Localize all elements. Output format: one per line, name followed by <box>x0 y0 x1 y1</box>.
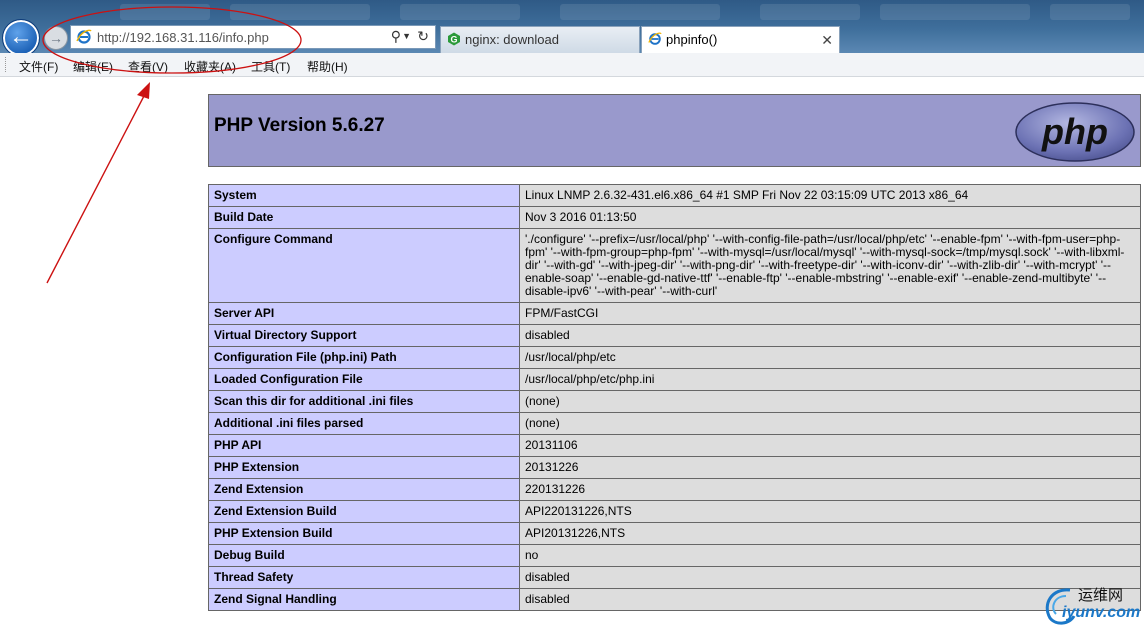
row-value: API20131226,NTS <box>519 522 1141 545</box>
table-row: PHP API 20131106 <box>208 434 1141 457</box>
blurred-tab-ghost <box>560 4 720 20</box>
table-row: PHP Extension Build API20131226,NTS <box>208 522 1141 545</box>
refresh-icon[interactable]: ↻ <box>417 28 429 45</box>
blurred-tab-ghost <box>230 4 370 20</box>
arrow-right-icon: → <box>49 30 63 46</box>
page-title: PHP Version 5.6.27 <box>214 115 385 136</box>
row-value: (none) <box>519 390 1141 413</box>
row-key: Virtual Directory Support <box>208 324 520 347</box>
tab-nginx-download[interactable]: G nginx: download <box>440 26 640 53</box>
row-value: './configure' '--prefix=/usr/local/php' … <box>519 228 1141 303</box>
forward-button[interactable]: → <box>44 26 68 50</box>
row-key: System <box>208 184 520 207</box>
row-key: Configure Command <box>208 228 520 303</box>
annotation-arrowhead <box>137 82 150 99</box>
row-value: (none) <box>519 412 1141 435</box>
row-key: Zend Signal Handling <box>208 588 520 611</box>
row-key: PHP Extension Build <box>208 522 520 545</box>
table-row: PHP Extension 20131226 <box>208 456 1141 479</box>
php-logo-text: php <box>1041 111 1108 152</box>
row-key: Loaded Configuration File <box>208 368 520 391</box>
row-key: Thread Safety <box>208 566 520 589</box>
row-key: Server API <box>208 302 520 325</box>
blurred-tab-ghost <box>880 4 1030 20</box>
table-row: Server API FPM/FastCGI <box>208 302 1141 325</box>
row-key: Debug Build <box>208 544 520 567</box>
row-value: /usr/local/php/etc/php.ini <box>519 368 1141 391</box>
annotation-arrow-line <box>46 93 146 284</box>
table-row: Zend Signal Handling disabled <box>208 588 1141 611</box>
search-icon[interactable]: ⚲ <box>391 28 401 45</box>
row-key: PHP API <box>208 434 520 457</box>
watermark-cn: 运维网 <box>1078 586 1124 604</box>
row-key: Zend Extension <box>208 478 520 501</box>
table-row: Configure Command './configure' '--prefix… <box>208 228 1141 303</box>
php-version-header: PHP Version 5.6.27 php <box>208 94 1141 167</box>
arrow-left-icon: ← <box>9 23 33 50</box>
row-value: disabled <box>519 324 1141 347</box>
toolbar-grip[interactable] <box>5 57 8 72</box>
row-key: Zend Extension Build <box>208 500 520 523</box>
table-row: Thread Safety disabled <box>208 566 1141 589</box>
menu-favorites[interactable]: 收藏夹(A) <box>184 58 236 75</box>
php-logo[interactable]: php <box>1014 101 1136 163</box>
address-bar[interactable]: http://192.168.31.116/info.php ⚲ ▼ ↻ <box>70 25 436 49</box>
table-row: Virtual Directory Support disabled <box>208 324 1141 347</box>
blurred-tab-ghost <box>1050 4 1130 20</box>
ie-logo-icon <box>76 29 92 44</box>
row-key: Additional .ini files parsed <box>208 412 520 435</box>
menu-bar: 文件(F) 编辑(E) 查看(V) 收藏夹(A) 工具(T) 帮助(H) <box>0 53 1144 77</box>
row-key: Scan this dir for additional .ini files <box>208 390 520 413</box>
row-value: /usr/local/php/etc <box>519 346 1141 369</box>
row-value: Linux LNMP 2.6.32-431.el6.x86_64 #1 SMP … <box>519 184 1141 207</box>
table-row: Scan this dir for additional .ini files(… <box>208 390 1141 413</box>
row-key: Configuration File (php.ini) Path <box>208 346 520 369</box>
site-watermark: 运维网 iyunv.com <box>1040 582 1144 628</box>
row-value: 220131226 <box>519 478 1141 501</box>
blurred-tab-ghost <box>120 4 210 20</box>
address-url[interactable]: http://192.168.31.116/info.php <box>97 30 269 45</box>
menu-file[interactable]: 文件(F) <box>19 58 58 75</box>
row-key: PHP Extension <box>208 456 520 479</box>
svg-text:G: G <box>450 35 457 45</box>
blurred-tab-ghost <box>400 4 520 20</box>
row-value: API220131226,NTS <box>519 500 1141 523</box>
menu-help[interactable]: 帮助(H) <box>307 58 348 75</box>
row-key: Build Date <box>208 206 520 229</box>
php-info-table: System Linux LNMP 2.6.32-431.el6.x86_64 #… <box>208 184 1141 611</box>
menu-edit[interactable]: 编辑(E) <box>73 58 113 75</box>
row-value: no <box>519 544 1141 567</box>
row-value: 20131226 <box>519 456 1141 479</box>
close-tab-icon[interactable]: ✕ <box>821 27 833 53</box>
menu-tools[interactable]: 工具(T) <box>251 58 290 75</box>
table-row: Zend Extension 220131226 <box>208 478 1141 501</box>
ie-page-icon <box>648 32 662 45</box>
dropdown-icon[interactable]: ▼ <box>402 31 411 41</box>
watermark-en: iyunv.com <box>1062 604 1141 621</box>
table-row: Zend Extension Build API220131226,NTS <box>208 500 1141 523</box>
blurred-tab-ghost <box>760 4 860 20</box>
tab-label: nginx: download <box>465 32 559 47</box>
back-button[interactable]: ← <box>2 19 40 57</box>
row-value: 20131106 <box>519 434 1141 457</box>
table-row: Configuration File (php.ini) Path/usr/lo… <box>208 346 1141 369</box>
table-row: Debug Build no <box>208 544 1141 567</box>
tab-phpinfo[interactable]: phpinfo() ✕ <box>641 26 840 53</box>
nginx-favicon-icon: G <box>448 32 460 46</box>
row-value: Nov 3 2016 01:13:50 <box>519 206 1141 229</box>
row-value: FPM/FastCGI <box>519 302 1141 325</box>
table-row: Loaded Configuration File/usr/local/php/… <box>208 368 1141 391</box>
table-row: Additional .ini files parsed (none) <box>208 412 1141 435</box>
table-row: Build Date Nov 3 2016 01:13:50 <box>208 206 1141 229</box>
menu-view[interactable]: 查看(V) <box>128 58 168 75</box>
tab-label: phpinfo() <box>666 32 718 47</box>
table-row: System Linux LNMP 2.6.32-431.el6.x86_64 #… <box>208 184 1141 207</box>
